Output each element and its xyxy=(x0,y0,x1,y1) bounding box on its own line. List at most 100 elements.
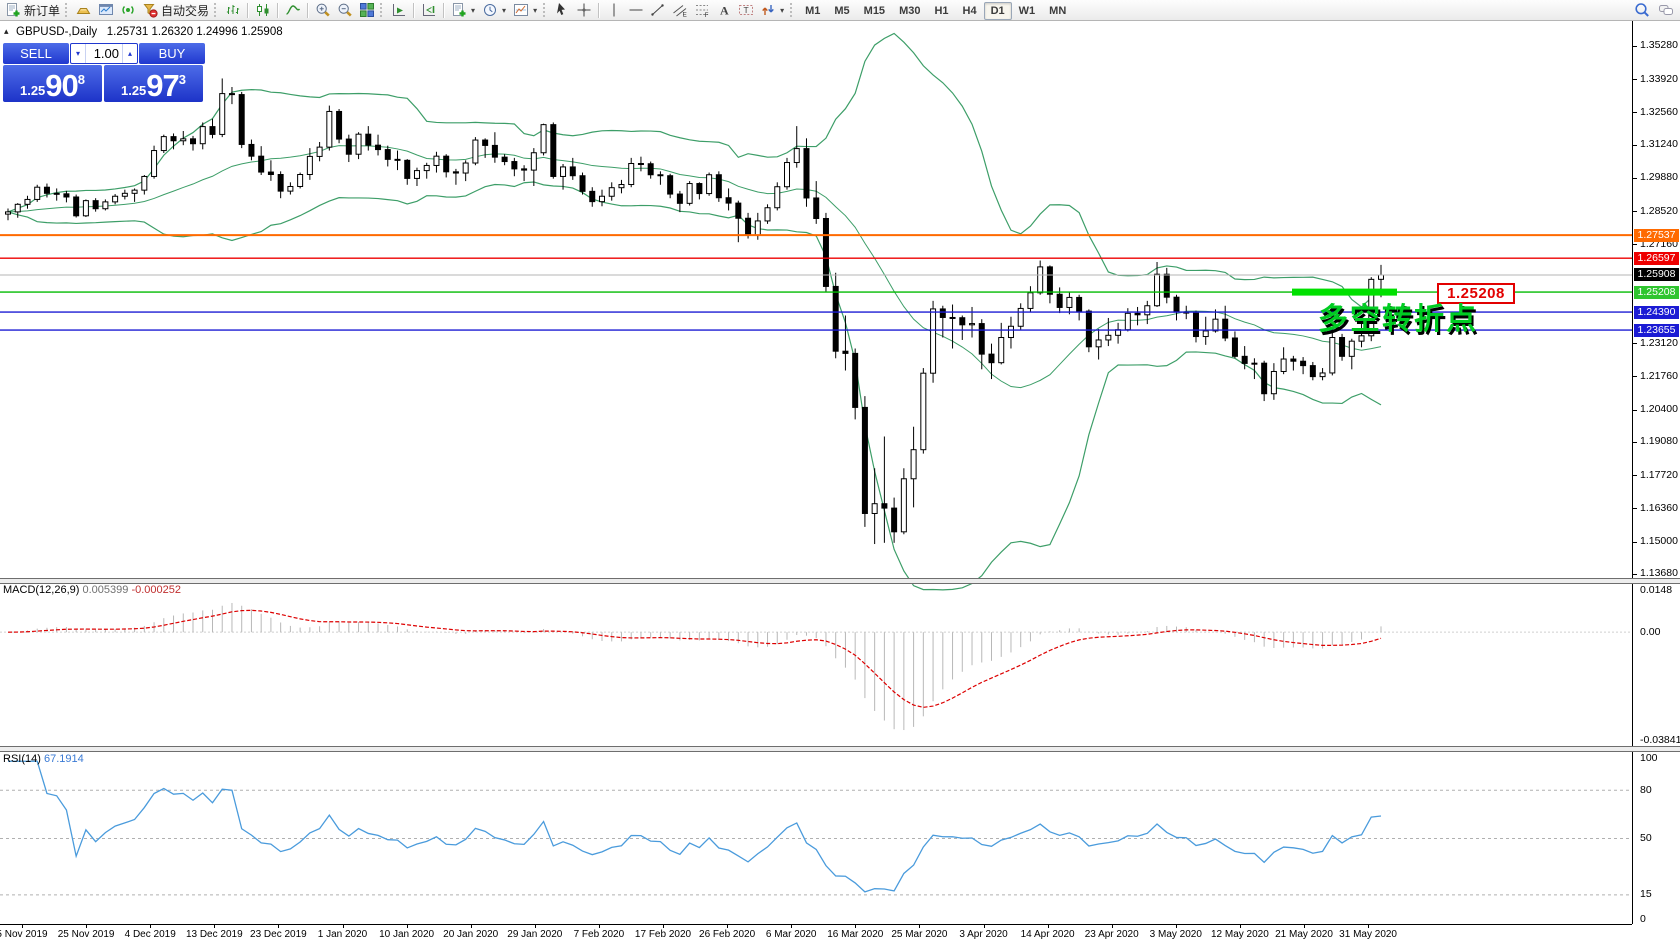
date-tick xyxy=(791,925,792,928)
periods-button[interactable]: ▾ xyxy=(479,1,510,20)
toolbar-separator xyxy=(247,3,249,18)
toolbar-separator xyxy=(413,3,415,18)
date-label: 14 Apr 2020 xyxy=(1021,929,1075,940)
date-tick xyxy=(407,925,408,928)
signals-button[interactable] xyxy=(117,1,139,20)
date-tick xyxy=(727,925,728,928)
volume-up-button[interactable]: ▴ xyxy=(122,44,137,63)
chevron-down-icon[interactable]: ▾ xyxy=(779,6,785,15)
market-watch-button[interactable] xyxy=(73,1,95,20)
arrows-button[interactable]: ▾ xyxy=(757,1,788,20)
timeframe-D1[interactable]: D1 xyxy=(984,2,1012,20)
line-chart-button[interactable] xyxy=(282,1,304,20)
macd-label: MACD(12,26,9) 0.005399 -0.000252 xyxy=(3,584,181,596)
timeframe-H4[interactable]: H4 xyxy=(956,2,984,20)
bar-chart-button[interactable] xyxy=(222,1,244,20)
tile-windows-button[interactable] xyxy=(356,1,378,20)
date-tick xyxy=(1304,925,1305,928)
axis-tick xyxy=(1633,475,1637,476)
axis-tick xyxy=(1633,343,1637,344)
price-tick-label: 1.31240 xyxy=(1640,138,1678,150)
channel-button[interactable]: E xyxy=(669,1,691,20)
volume-down-button[interactable]: ▾ xyxy=(71,44,86,63)
autotrade-button[interactable]: 自动交易 xyxy=(139,1,212,20)
price-tick-label: 1.29880 xyxy=(1640,171,1678,183)
axis-tick xyxy=(1633,112,1637,113)
date-tick xyxy=(855,925,856,928)
trendline-button[interactable] xyxy=(647,1,669,20)
chevron-down-icon[interactable]: ▾ xyxy=(470,6,476,15)
zoom-out-button[interactable] xyxy=(334,1,356,20)
price-tick-label: 0.0148 xyxy=(1640,584,1672,596)
price-tick-label: 1.17720 xyxy=(1640,469,1678,481)
date-axis[interactable]: 5 Nov 201925 Nov 20194 Dec 201913 Dec 20… xyxy=(0,924,1632,942)
cursor-button[interactable] xyxy=(551,1,573,20)
timeframe-H1[interactable]: H1 xyxy=(927,2,955,20)
price-axis[interactable]: 1.352801.339201.325601.312401.298801.285… xyxy=(1632,21,1680,924)
fibonacci-button[interactable]: F xyxy=(691,1,713,20)
line-chart-icon xyxy=(285,2,301,18)
turning-point-annotation[interactable]: 多空转折点 xyxy=(1318,294,1478,338)
date-label: 26 Feb 2020 xyxy=(699,929,755,940)
date-label: 16 Mar 2020 xyxy=(827,929,883,940)
price-label: 1.27537 xyxy=(1634,229,1679,242)
date-label: 13 Dec 2019 xyxy=(186,929,243,940)
vertical-line-button[interactable] xyxy=(603,1,625,20)
search-icon[interactable] xyxy=(1634,2,1650,18)
chart-window-button[interactable] xyxy=(95,1,117,20)
date-label: 3 Apr 2020 xyxy=(959,929,1007,940)
date-label: 29 Jan 2020 xyxy=(507,929,562,940)
buy-price-small: 1.25 xyxy=(121,83,146,98)
date-tick xyxy=(22,925,23,928)
indicators-button[interactable]: ▾ xyxy=(448,1,479,20)
buy-button[interactable]: BUY xyxy=(139,43,205,64)
text-label-button[interactable]: T xyxy=(735,1,757,20)
price-label: 1.26597 xyxy=(1634,252,1679,265)
axis-tick xyxy=(1633,376,1637,377)
chart-shift-button[interactable] xyxy=(418,1,440,20)
auto-scroll-button[interactable] xyxy=(388,1,410,20)
timeframe-M1[interactable]: M1 xyxy=(798,2,827,20)
axis-tick xyxy=(1633,46,1637,47)
axis-tick xyxy=(1633,442,1637,443)
sell-price-button[interactable]: 1.25 90 8 xyxy=(3,65,102,102)
timeframe-M30[interactable]: M30 xyxy=(892,2,927,20)
crosshair-button[interactable] xyxy=(573,1,595,20)
horizontal-line-button[interactable] xyxy=(625,1,647,20)
new-order-button[interactable]: 新订单 xyxy=(2,1,63,20)
zoom-out-icon xyxy=(337,2,353,18)
sell-button[interactable]: SELL xyxy=(3,43,69,64)
symbol-period-label: GBPUSD-,Daily xyxy=(16,26,97,38)
toolbar-separator xyxy=(443,3,445,18)
zoom-in-button[interactable] xyxy=(312,1,334,20)
volume-input[interactable]: 1.00 xyxy=(86,44,122,63)
chat-icon[interactable] xyxy=(1658,2,1674,18)
toolbar-handle xyxy=(214,3,218,17)
chart-title: GBPUSD-,Daily 1.25731 1.26320 1.24996 1.… xyxy=(16,26,283,38)
timeframe-MN[interactable]: MN xyxy=(1042,2,1073,20)
date-tick xyxy=(535,925,536,928)
templates-button[interactable]: ▾ xyxy=(510,1,541,20)
date-label: 17 Feb 2020 xyxy=(635,929,691,940)
oneclick-collapse-icon[interactable]: ▴ xyxy=(4,26,9,37)
toolbar-separator xyxy=(307,3,309,18)
timeframe-W1[interactable]: W1 xyxy=(1012,2,1043,20)
one-click-trading-panel: SELL ▾ 1.00 ▴ BUY 1.25 90 8 1.25 97 3 xyxy=(3,43,205,102)
chart-canvas[interactable] xyxy=(0,0,1680,942)
timeframe-M5[interactable]: M5 xyxy=(827,2,856,20)
text-button[interactable]: A xyxy=(713,1,735,20)
panel-separator[interactable] xyxy=(0,578,1680,584)
candle-chart-button[interactable] xyxy=(252,1,274,20)
timeframe-M15[interactable]: M15 xyxy=(857,2,892,20)
chevron-down-icon[interactable]: ▾ xyxy=(501,6,507,15)
panel-separator[interactable] xyxy=(0,746,1680,752)
buy-price-button[interactable]: 1.25 97 3 xyxy=(104,65,203,102)
chevron-down-icon[interactable]: ▾ xyxy=(532,6,538,15)
axis-tick xyxy=(1633,542,1637,543)
ohlc-values: 1.25731 1.26320 1.24996 1.25908 xyxy=(107,26,283,38)
date-label: 10 Jan 2020 xyxy=(379,929,434,940)
zoom-in-icon xyxy=(315,2,331,18)
date-tick xyxy=(278,925,279,928)
text-label-icon: T xyxy=(738,2,754,18)
date-label: 5 Nov 2019 xyxy=(0,929,48,940)
